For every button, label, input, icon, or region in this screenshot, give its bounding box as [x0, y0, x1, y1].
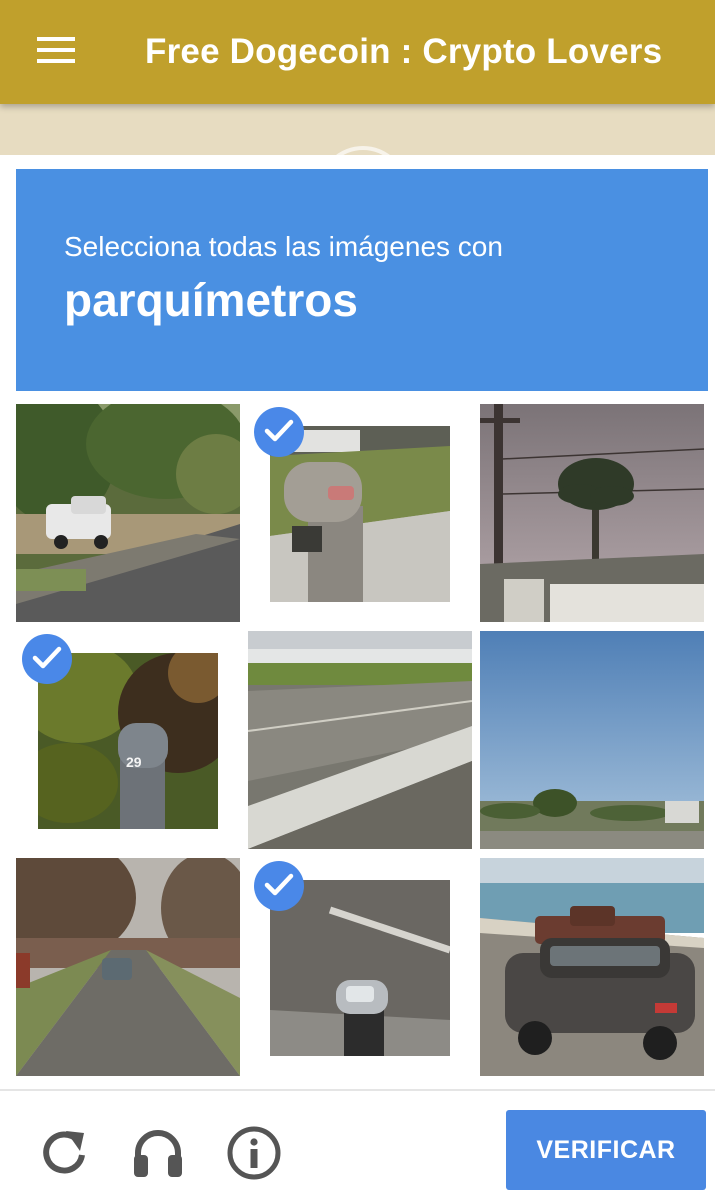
info-button[interactable] [226, 1125, 282, 1181]
checkmark-icon [264, 873, 294, 896]
tile-selected-check [254, 407, 304, 457]
reload-icon [43, 1131, 85, 1174]
captcha-tile-8[interactable] [248, 858, 472, 1076]
captcha-tile-9[interactable] [480, 858, 704, 1076]
tile-image: 29 [38, 653, 218, 829]
tile-image [480, 404, 704, 622]
instruction-text: Selecciona todas las imágenes con [64, 231, 503, 262]
checkmark-icon [264, 419, 294, 442]
tile-selected-check [22, 634, 72, 684]
tile-image [270, 426, 450, 602]
svg-text:29: 29 [126, 754, 142, 770]
captcha-footer-divider [0, 1089, 715, 1091]
audio-challenge-button[interactable] [130, 1125, 186, 1181]
hamburger-menu-button[interactable] [26, 26, 86, 76]
instruction-target: parquímetros [64, 274, 358, 326]
checkmark-icon [32, 646, 62, 669]
info-icon [227, 1126, 281, 1180]
tile-image [16, 404, 240, 622]
captcha-tile-7[interactable] [16, 858, 240, 1076]
headphones-icon [134, 1130, 182, 1177]
verify-button[interactable]: VERIFICAR [506, 1110, 706, 1190]
captcha-tile-1[interactable] [16, 404, 240, 622]
app-title: Free Dogecoin : Crypto Lovers [145, 32, 663, 71]
tile-image [248, 631, 472, 849]
tile-image [16, 858, 240, 1076]
captcha-tile-4[interactable]: 29 [16, 631, 240, 849]
captcha-tile-6[interactable] [480, 631, 704, 849]
captcha-tile-5[interactable] [248, 631, 472, 849]
hamburger-menu-icon [37, 37, 75, 63]
app-bar: Free Dogecoin : Crypto Lovers [0, 0, 715, 104]
reload-button[interactable] [36, 1125, 92, 1181]
captcha-tile-2[interactable] [248, 404, 472, 622]
captcha-instruction-banner: Selecciona todas las imágenes con parquí… [16, 169, 708, 391]
tile-image [480, 631, 704, 849]
captcha-challenge-panel: Selecciona todas las imágenes con parquí… [0, 155, 715, 1200]
tile-selected-check [254, 861, 304, 911]
tile-image [270, 880, 450, 1056]
tile-image [480, 858, 704, 1076]
captcha-tile-3[interactable] [480, 404, 704, 622]
